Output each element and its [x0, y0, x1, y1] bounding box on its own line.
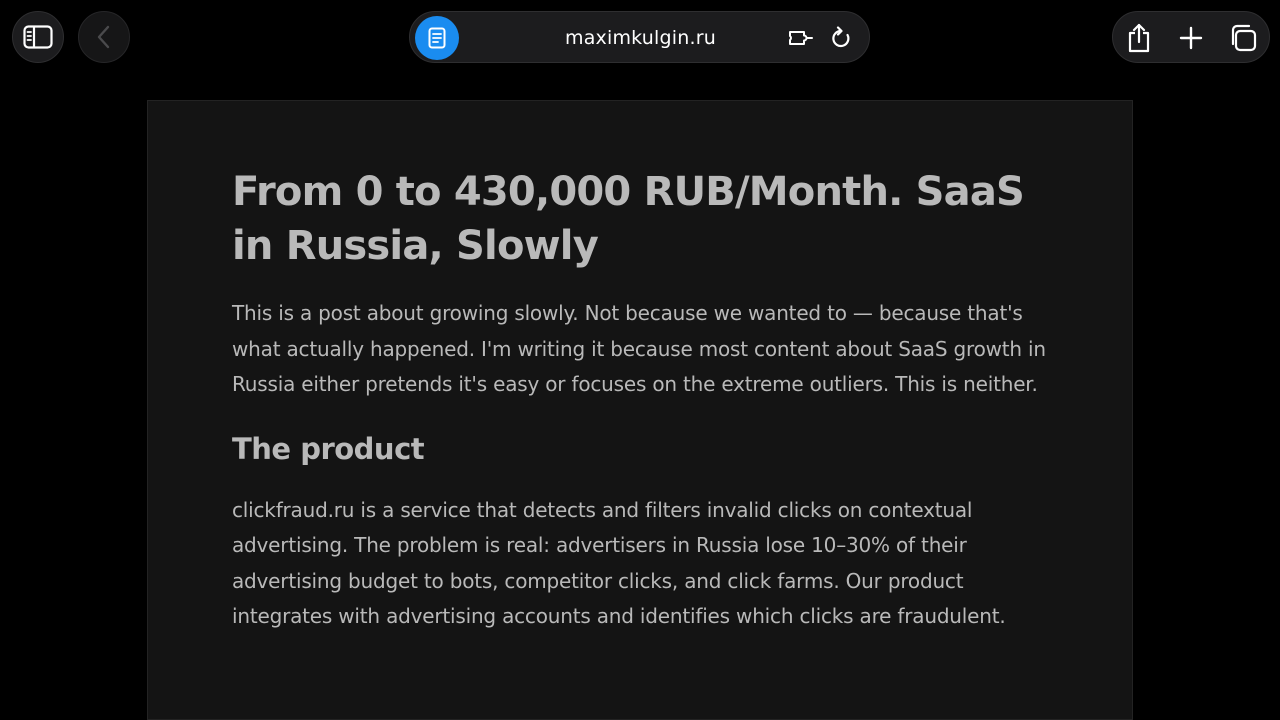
- reload-icon: [830, 26, 852, 50]
- chevron-left-icon: [96, 24, 112, 50]
- article-content: From 0 to 430,000 RUB/Month. SaaS in Rus…: [232, 165, 1052, 635]
- section-heading: The product: [232, 431, 425, 466]
- toolbar-actions: [1112, 11, 1270, 63]
- share-button[interactable]: [1113, 12, 1165, 64]
- reload-button[interactable]: [828, 25, 854, 51]
- product-paragraph: clickfraud.ru is a service that detects …: [232, 497, 1006, 629]
- intro-paragraph: This is a post about growing slowly. Not…: [232, 301, 1046, 396]
- browser-toolbar: maximkulgin.ru: [0, 0, 1280, 76]
- sidebar-icon: [23, 25, 53, 49]
- share-icon: [1127, 23, 1151, 53]
- address-bar[interactable]: maximkulgin.ru: [409, 11, 870, 63]
- article-page: From 0 to 430,000 RUB/Month. SaaS in Rus…: [147, 100, 1133, 720]
- reader-mode-button[interactable]: [415, 16, 459, 60]
- sidebar-toggle-button[interactable]: [12, 11, 64, 63]
- extension-icon: [788, 27, 814, 49]
- new-tab-button[interactable]: [1165, 12, 1217, 64]
- extension-button[interactable]: [788, 25, 814, 51]
- tab-overview-button[interactable]: [1217, 12, 1269, 64]
- article-title: From 0 to 430,000 RUB/Month. SaaS in Rus…: [232, 169, 1025, 269]
- plus-icon: [1179, 26, 1203, 50]
- back-button[interactable]: [78, 11, 130, 63]
- tab-overview-icon: [1229, 24, 1257, 52]
- reader-mode-icon: [428, 27, 446, 49]
